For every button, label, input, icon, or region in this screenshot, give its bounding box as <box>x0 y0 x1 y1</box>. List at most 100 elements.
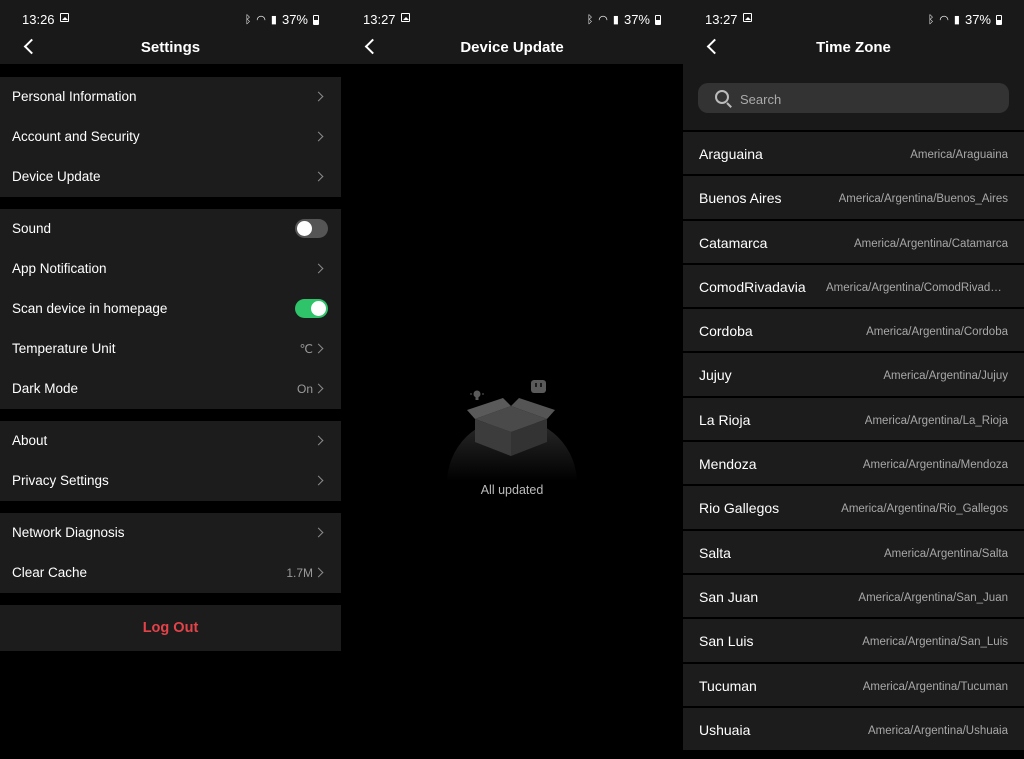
timezone-row[interactable]: Jujuy America/Argentina/Jujuy <box>683 353 1024 396</box>
settings-row-label: Device Update <box>12 169 101 184</box>
battery-icon <box>313 14 319 25</box>
signal-icon: ▮ <box>953 14 960 26</box>
timezone-row[interactable]: Catamarca America/Argentina/Catamarca <box>683 220 1024 263</box>
battery-icon <box>996 14 1002 25</box>
battery-percent: 37% <box>281 12 308 27</box>
search-icon <box>715 90 729 104</box>
nav-bar: Settings <box>0 36 341 64</box>
timezone-id: America/Argentina/Rio_Gallegos <box>841 503 1008 516</box>
signal-icon: ▮ <box>270 14 277 26</box>
timezone-id: America/Argentina/La_Rioja <box>864 414 1008 427</box>
settings-row-label: Personal Information <box>12 89 137 104</box>
timezone-row[interactable]: Buenos Aires America/Argentina/Buenos_Air… <box>683 176 1024 219</box>
timezone-row[interactable]: San Luis America/Argentina/San_Luis <box>683 619 1024 662</box>
bluetooth-icon: ᛒ <box>586 13 594 26</box>
timezone-row[interactable]: ComodRivadavia America/Argentina/ComodRiv… <box>683 264 1024 308</box>
timezone-city: ComodRivadavia <box>699 278 806 295</box>
gallery-notification-icon <box>401 13 410 22</box>
status-bar: 13:26 ᛒ ◠ ▮ 37% <box>0 0 341 36</box>
timezone-id: America/Argentina/Buenos_Aires <box>838 193 1008 206</box>
timezone-id: America/Argentina/San_Luis <box>862 636 1008 649</box>
timezone-row[interactable]: San Juan America/Argentina/San_Juan <box>683 574 1024 618</box>
status-time: 13:26 <box>22 12 55 27</box>
timezone-row[interactable]: Mendoza America/Argentina/Mendoza <box>683 442 1024 485</box>
settings-row-label: Scan device in homepage <box>12 301 168 316</box>
settings-row-scan-device-in-homepage[interactable]: Scan device in homepage <box>0 289 341 329</box>
settings-row-app-notification[interactable]: App Notification <box>0 249 341 289</box>
settings-row-value: 1.7M <box>286 566 313 580</box>
settings-screen: 13:26 ᛒ ◠ ▮ 37% Settings Personal Inform… <box>0 0 341 759</box>
gallery-notification-icon <box>60 13 69 22</box>
settings-row-label: Account and Security <box>12 129 140 144</box>
timezone-row[interactable]: Salta America/Argentina/Salta <box>683 530 1024 573</box>
settings-row-device-update[interactable]: Device Update <box>0 157 341 197</box>
timezone-row[interactable]: Rio Gallegos America/Argentina/Rio_Galleg… <box>683 486 1024 529</box>
settings-group: Network Diagnosis Clear Cache 1.7M <box>0 513 341 593</box>
timezone-row[interactable]: Ushuaia America/Argentina/Ushuaia <box>683 707 1024 751</box>
timezone-screen: 13:27 ᛒ ◠ ▮ 37% Time Zone Araguaina Ameri… <box>683 0 1024 759</box>
chevron-right-icon <box>313 435 324 446</box>
all-updated-text: All updated <box>480 483 544 497</box>
timezone-id: America/Argentina/Jujuy <box>883 370 1008 383</box>
timezone-city: Catamarca <box>699 234 768 251</box>
bluetooth-icon: ᛒ <box>927 13 935 26</box>
settings-row-temperature-unit[interactable]: Temperature Unit ℃ <box>0 329 341 369</box>
settings-row-about[interactable]: About <box>0 421 341 461</box>
timezone-id: America/Argentina/San_Juan <box>858 591 1008 604</box>
chevron-right-icon <box>313 263 324 274</box>
settings-row-account-and-security[interactable]: Account and Security <box>0 117 341 157</box>
timezone-city: Salta <box>699 544 731 561</box>
chevron-right-icon <box>313 567 324 578</box>
settings-row-network-diagnosis[interactable]: Network Diagnosis <box>0 513 341 553</box>
page-title: Device Update <box>460 39 564 56</box>
settings-row-label: Dark Mode <box>12 381 79 396</box>
nav-bar: Device Update <box>341 36 683 64</box>
settings-row-label: App Notification <box>12 261 107 276</box>
settings-row-label: Sound <box>12 221 52 236</box>
search-box[interactable] <box>698 83 1009 115</box>
status-bar: 13:27 ᛒ ◠ ▮ 37% <box>683 0 1024 36</box>
search-area <box>683 64 1024 130</box>
settings-group: About Privacy Settings <box>0 421 341 501</box>
timezone-id: America/Argentina/Tucuman <box>862 680 1008 693</box>
timezone-id: America/Argentina/Cordoba <box>866 326 1008 339</box>
timezone-list: Araguaina America/Araguaina Buenos Aires Am… <box>683 132 1024 752</box>
settings-row-dark-mode[interactable]: Dark Mode On <box>0 369 341 409</box>
scan-device-in-homepage-toggle[interactable] <box>295 299 328 318</box>
device-update-screen: 13:27 ᛒ ◠ ▮ 37% Device Update All update… <box>341 0 683 759</box>
timezone-city: San Luis <box>699 633 754 650</box>
toggle-knob <box>297 221 312 236</box>
settings-row-privacy-settings[interactable]: Privacy Settings <box>0 461 341 501</box>
timezone-row[interactable]: La Rioja America/Argentina/La_Rioja <box>683 397 1024 441</box>
timezone-row[interactable]: Araguaina America/Araguaina <box>683 132 1024 175</box>
bluetooth-icon: ᛒ <box>244 13 252 26</box>
sound-toggle[interactable] <box>295 219 328 238</box>
timezone-id: America/Argentina/Mendoza <box>862 459 1008 472</box>
settings-group: Personal Information Account and Security… <box>0 77 341 197</box>
timezone-city: La Rioja <box>699 411 751 428</box>
chevron-right-icon <box>313 527 324 538</box>
timezone-id: America/Argentina/Catamarca <box>853 237 1008 250</box>
page-title: Time Zone <box>816 39 891 56</box>
wifi-icon: ◠ <box>598 14 608 26</box>
search-input[interactable] <box>738 83 992 115</box>
signal-icon: ▮ <box>612 14 619 26</box>
timezone-id: America/Argentina/Ushuaia <box>868 724 1008 737</box>
timezone-id: America/Araguaina <box>910 149 1008 161</box>
chevron-right-icon <box>313 171 324 182</box>
chevron-right-icon <box>313 343 324 354</box>
timezone-row[interactable]: Cordoba America/Argentina/Cordoba <box>683 309 1024 352</box>
timezone-city: Ushuaia <box>699 721 751 738</box>
battery-percent: 37% <box>623 12 650 27</box>
settings-row-personal-information[interactable]: Personal Information <box>0 77 341 117</box>
settings-row-value: ℃ <box>299 342 313 356</box>
timezone-row[interactable]: Tucuman America/Argentina/Tucuman <box>683 663 1024 706</box>
battery-icon <box>655 14 661 25</box>
gallery-notification-icon <box>743 13 752 22</box>
settings-row-clear-cache[interactable]: Clear Cache 1.7M <box>0 553 341 593</box>
logout-button[interactable]: Log Out <box>0 605 341 651</box>
nav-bar: Time Zone <box>683 36 1024 64</box>
chevron-right-icon <box>313 383 324 394</box>
settings-row-sound[interactable]: Sound <box>0 209 341 249</box>
timezone-city: Jujuy <box>699 367 732 384</box>
